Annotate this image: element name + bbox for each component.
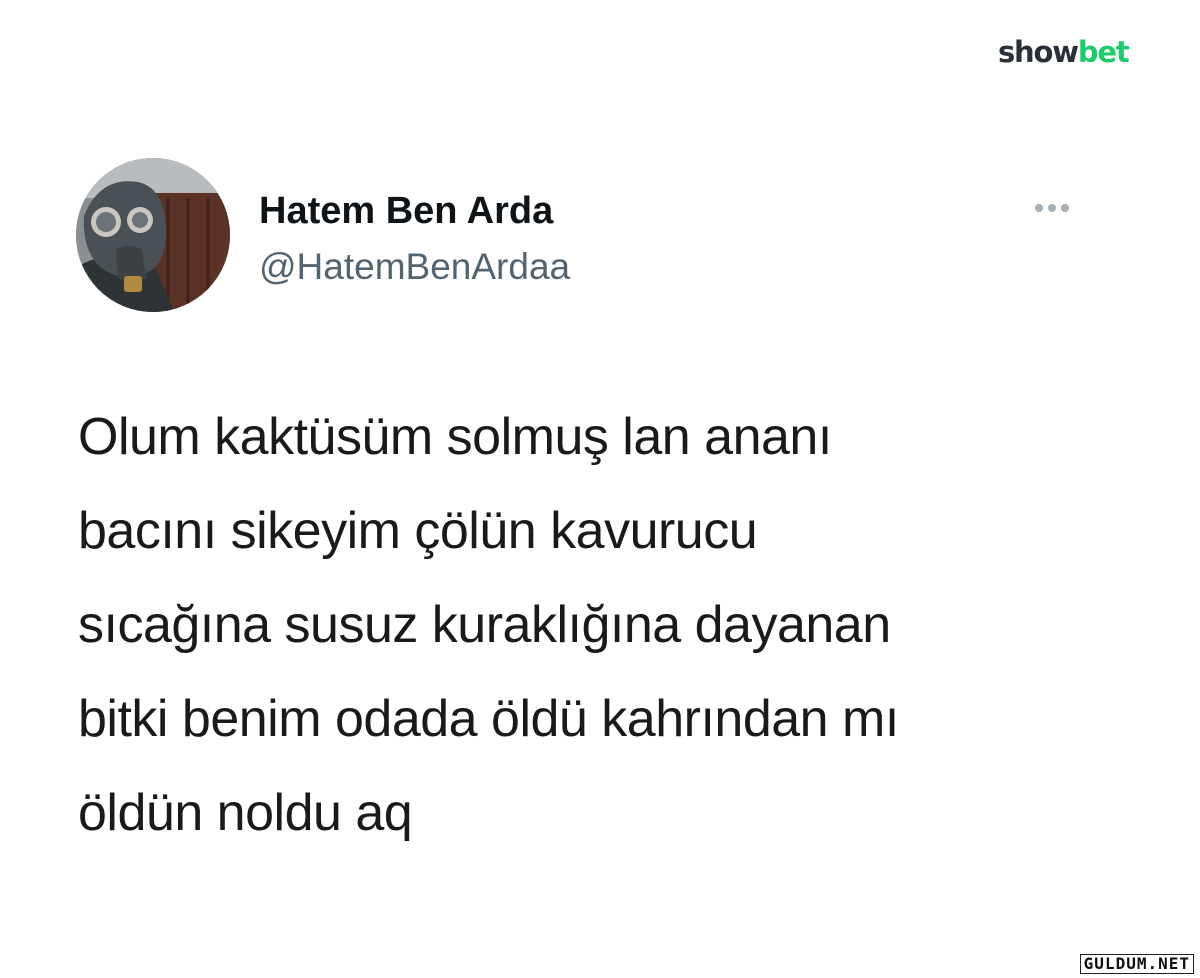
author-handle[interactable]: @HatemBenArdaa [259, 244, 570, 290]
guldum-watermark: GULDUM.NET [1079, 954, 1194, 974]
showbet-watermark: showbet [998, 34, 1130, 70]
more-options-button[interactable] [1028, 194, 1076, 222]
tweet-text: Olum kaktüsüm solmuş lan ananı bacını si… [78, 408, 899, 842]
author-name[interactable]: Hatem Ben Arda [259, 188, 553, 234]
watermark-text-bet: bet [1077, 35, 1130, 69]
avatar[interactable] [76, 158, 230, 312]
more-horizontal-icon-dot [1048, 204, 1056, 212]
watermark-text-show: show [998, 35, 1079, 69]
more-horizontal-icon-dot [1061, 204, 1069, 212]
gas-mask-avatar-icon [76, 158, 230, 312]
more-horizontal-icon [1035, 204, 1043, 212]
